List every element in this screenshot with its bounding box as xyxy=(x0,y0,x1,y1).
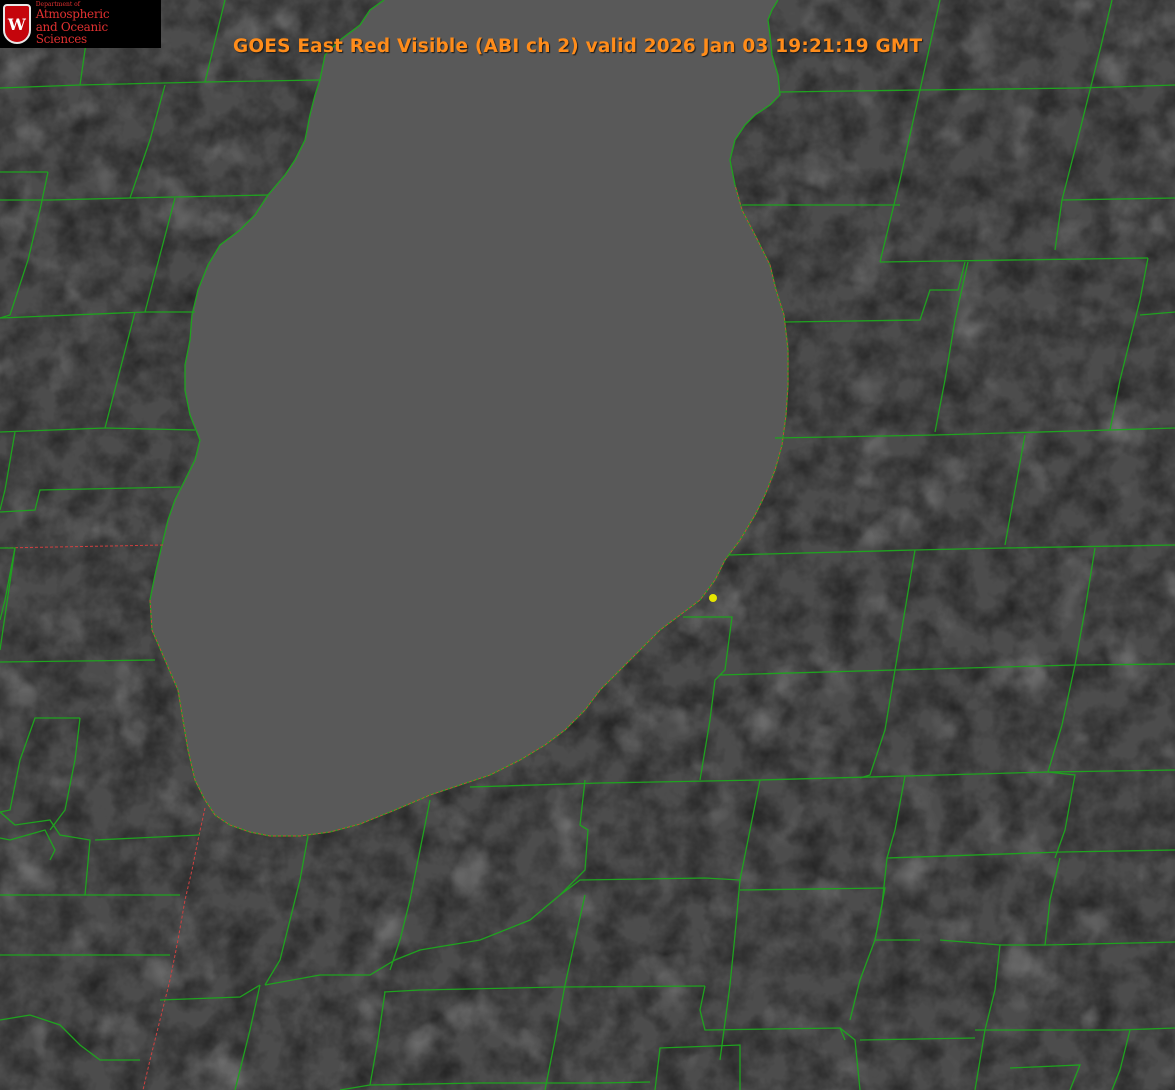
logo-line-1: Atmospheric xyxy=(35,7,110,22)
satellite-map: W Department of Atmospheric and Oceanic … xyxy=(0,0,1175,1090)
logo-text: Department of Atmospheric and Oceanic Sc… xyxy=(35,1,161,47)
image-title: GOES East Red Visible (ABI ch 2) valid 2… xyxy=(233,36,923,57)
seal-letter: W xyxy=(7,14,26,34)
uw-aos-logo[interactable]: W Department of Atmospheric and Oceanic … xyxy=(0,0,161,48)
logo-line-2: and Oceanic Sciences xyxy=(35,19,108,47)
station-marker xyxy=(709,594,717,602)
uw-seal-icon: W xyxy=(3,4,31,44)
map-canvas xyxy=(0,0,1175,1090)
